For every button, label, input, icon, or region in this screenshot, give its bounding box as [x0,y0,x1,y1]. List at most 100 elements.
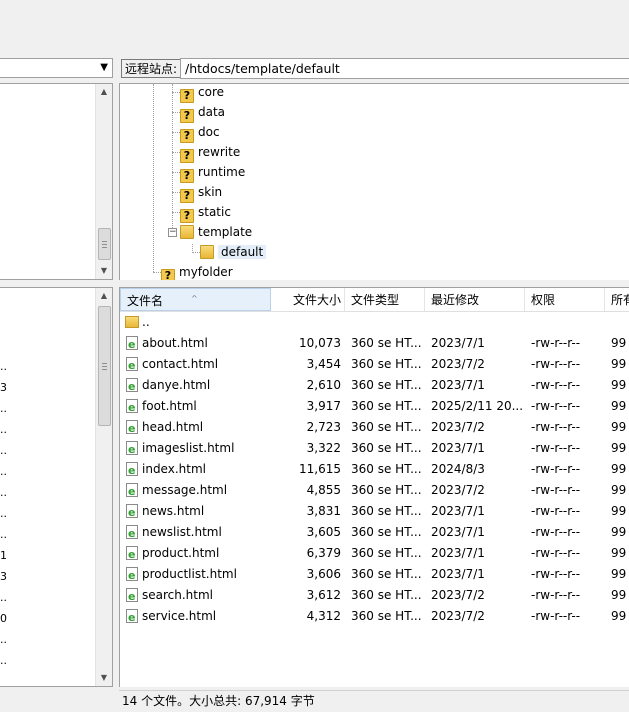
local-site-combobox[interactable]: ▼ [0,58,113,78]
file-size: 4,312 [306,609,341,623]
file-row[interactable]: foot.html 3,917 360 se HT... 2025/2/11 20..… [120,396,629,418]
tree-node-label: template [198,225,253,239]
file-size: 6,379 [306,546,341,560]
file-modified: 2023/7/1 [431,504,485,518]
local-list-scrollbar[interactable]: ▲ ▼ [95,288,112,686]
file-permissions: -rw-r--r-- [531,420,581,434]
file-name: head.html [142,420,204,434]
parent-directory-label: .. [142,315,150,329]
file-list-header: 文件名 ^ 文件大小 文件类型 最近修改 权限 所有 [120,288,629,312]
file-name: danye.html [142,378,211,392]
tree-node-core[interactable]: ? core [180,84,224,103]
local-tree-pane[interactable]: ▲ ▼ [0,83,113,280]
file-permissions: -rw-r--r-- [531,462,581,476]
unknown-folder-icon: ? [180,109,194,123]
local-list-truncated-text: .. [0,423,7,436]
file-owner: 99 [611,378,627,392]
column-header-type[interactable]: 文件类型 [345,288,425,311]
scroll-thumb[interactable] [98,228,111,260]
collapse-icon[interactable]: − [168,228,177,237]
tree-node-static[interactable]: ? static [180,202,231,223]
scroll-down-icon[interactable]: ▼ [96,263,112,279]
file-row[interactable]: newslist.html 3,605 360 se HT... 2023/7/1 -r… [120,522,629,544]
html-file-icon [126,355,138,376]
folder-icon [180,225,194,239]
column-header-name[interactable]: 文件名 ^ [120,288,271,311]
local-list-truncated-text: .. [0,402,7,415]
file-row[interactable]: about.html 10,073 360 se HT... 2023/7/1 -rw-… [120,333,629,355]
file-type: 360 se HT... [351,357,422,371]
file-name: message.html [142,483,228,497]
file-row[interactable]: index.html 11,615 360 se HT... 2024/8/3 -rw-… [120,459,629,481]
scroll-up-icon[interactable]: ▲ [96,84,112,100]
file-row[interactable]: search.html 3,612 360 se HT... 2023/7/2 -rw-… [120,585,629,607]
html-file-icon [126,481,138,502]
local-list-truncated-text: .. [0,486,7,499]
tree-node-label: rewrite [198,145,241,159]
tree-node-data[interactable]: ? data [180,102,225,123]
local-tree-scrollbar[interactable]: ▲ ▼ [95,84,112,279]
tree-node-doc[interactable]: ? doc [180,122,220,143]
tree-node-label: default [218,245,267,259]
scroll-up-icon[interactable]: ▲ [96,288,112,304]
unknown-folder-icon: ? [180,149,194,163]
scroll-down-icon[interactable]: ▼ [96,670,112,686]
file-modified: 2023/7/1 [431,546,485,560]
file-permissions: -rw-r--r-- [531,441,581,455]
file-row[interactable]: productlist.html 3,606 360 se HT... 2023/7/… [120,564,629,586]
file-owner: 99 [611,546,627,560]
file-owner: 99 [611,399,627,413]
file-row[interactable]: service.html 4,312 360 se HT... 2023/7/2 -rw… [120,606,629,628]
file-name: search.html [142,588,214,602]
column-header-owner[interactable]: 所有 [605,288,629,311]
tree-node-template[interactable]: template [180,222,252,242]
file-row[interactable]: message.html 4,855 360 se HT... 2023/7/2 -rw… [120,480,629,502]
file-row[interactable]: contact.html 3,454 360 se HT... 2023/7/2 -rw… [120,354,629,376]
tree-node-myfolder[interactable]: ? myfolder [161,262,233,280]
unknown-folder-icon: ? [180,169,194,183]
file-owner: 99 [611,609,627,623]
html-file-icon [126,607,138,628]
file-permissions: -rw-r--r-- [531,399,581,413]
file-type: 360 se HT... [351,399,422,413]
file-row[interactable]: danye.html 2,610 360 se HT... 2023/7/1 -rw-r… [120,375,629,397]
tree-node-label: myfolder [179,265,233,279]
tree-node-default[interactable]: default [200,242,267,262]
file-row[interactable]: product.html 6,379 360 se HT... 2023/7/1 -rw… [120,543,629,565]
local-list-truncated-text: .. [0,444,7,457]
scroll-thumb[interactable] [98,306,111,426]
local-file-list[interactable]: .. 3.............. 1 3.. 0.... ▲ ▼ [0,287,113,687]
remote-file-list[interactable]: 文件名 ^ 文件大小 文件类型 最近修改 权限 所有 .. about.html 1… [119,287,629,687]
tree-node-runtime[interactable]: ? runtime [180,162,245,183]
remote-path-input[interactable]: /htdocs/template/default [180,58,629,79]
file-permissions: -rw-r--r-- [531,378,581,392]
file-permissions: -rw-r--r-- [531,525,581,539]
column-header-modified[interactable]: 最近修改 [425,288,525,311]
file-row[interactable]: head.html 2,723 360 se HT... 2023/7/2 -rw-r-… [120,417,629,439]
file-owner: 99 [611,462,627,476]
file-size: 3,917 [306,399,341,413]
html-file-icon [126,460,138,481]
file-modified: 2023/7/1 [431,567,485,581]
file-owner: 99 [611,588,627,602]
file-row[interactable]: imageslist.html 3,322 360 se HT... 2023/7/1… [120,438,629,460]
file-size: 11,615 [299,462,341,476]
tree-node-skin[interactable]: ? skin [180,182,222,203]
html-file-icon [126,418,138,439]
tree-node-label: doc [198,125,220,139]
remote-tree-pane[interactable]: ? core? data? doc? rewrite? runtime? skin? stat… [119,83,629,280]
file-row[interactable]: news.html 3,831 360 se HT... 2023/7/1 -rw-r-… [120,501,629,523]
column-header-permissions[interactable]: 权限 [525,288,605,311]
unknown-folder-icon: ? [161,269,175,280]
file-modified: 2023/7/1 [431,525,485,539]
tree-node-rewrite[interactable]: ? rewrite [180,142,241,163]
local-list-truncated-text: .. [0,654,7,667]
parent-directory-row[interactable]: .. [120,312,629,333]
file-permissions: -rw-r--r-- [531,336,581,350]
chevron-down-icon[interactable]: ▼ [100,62,108,73]
folder-icon [125,316,139,328]
file-modified: 2023/7/2 [431,420,485,434]
file-type: 360 se HT... [351,378,422,392]
unknown-folder-icon: ? [180,209,194,223]
column-header-size[interactable]: 文件大小 [271,288,345,311]
